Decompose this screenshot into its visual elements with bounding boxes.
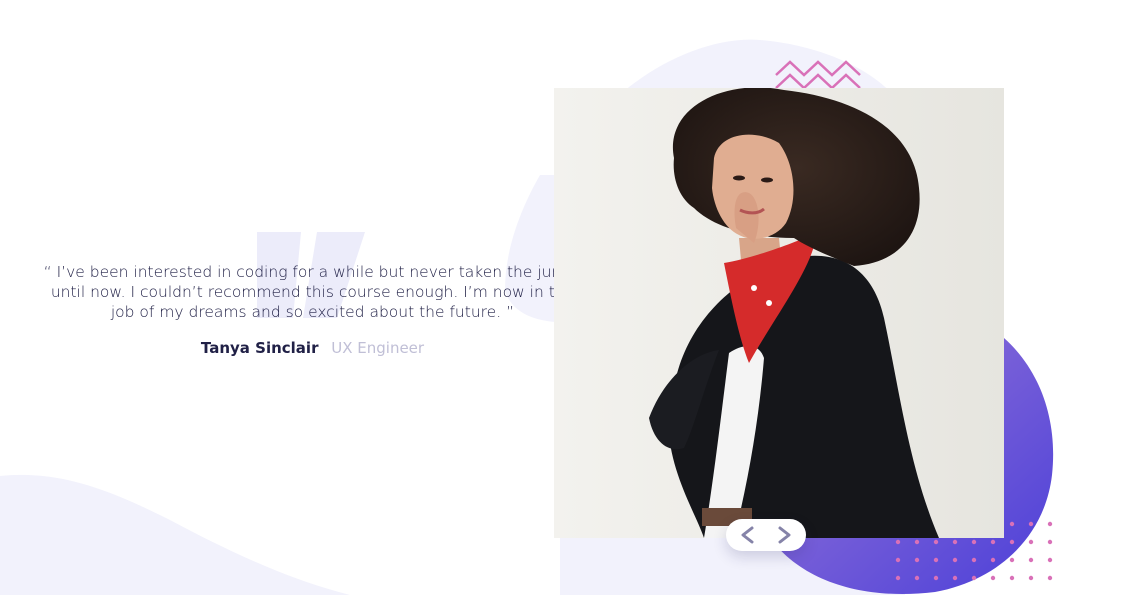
pattern-dot <box>1009 539 1015 545</box>
pattern-dot <box>895 575 901 581</box>
pattern-dot <box>1009 575 1015 581</box>
pattern-dot <box>914 575 920 581</box>
pattern-dot <box>933 539 939 545</box>
pattern-dot <box>971 539 977 545</box>
pattern-dot <box>952 557 958 563</box>
pattern-dot <box>1047 575 1053 581</box>
pattern-dot <box>1028 557 1034 563</box>
chevron-right-icon <box>778 526 791 544</box>
pattern-dot <box>914 539 920 545</box>
pattern-dot <box>971 557 977 563</box>
pattern-dot <box>952 539 958 545</box>
pattern-dot <box>990 539 996 545</box>
pattern-dot <box>1009 521 1015 527</box>
testimonial-author: Tanya Sinclair UX Engineer <box>40 338 585 358</box>
pattern-dot <box>1028 575 1034 581</box>
pattern-dot <box>1028 539 1034 545</box>
testimonial-section: “ I’ve been interested in coding for a w… <box>0 0 1136 595</box>
lavender-wave <box>0 474 350 595</box>
pattern-dot <box>1047 539 1053 545</box>
pattern-dot <box>895 539 901 545</box>
testimonial-content: “ I’ve been interested in coding for a w… <box>40 262 585 358</box>
testimonial-quote: “ I’ve been interested in coding for a w… <box>43 263 582 321</box>
testimonial-photo <box>554 88 1004 538</box>
pattern-dot <box>1047 557 1053 563</box>
pattern-dot <box>952 575 958 581</box>
pattern-dot <box>1009 557 1015 563</box>
pattern-dot <box>990 575 996 581</box>
next-button[interactable] <box>766 519 804 551</box>
author-name: Tanya Sinclair <box>200 339 319 357</box>
pattern-dot <box>971 575 977 581</box>
pattern-dot <box>1028 521 1034 527</box>
pattern-dot <box>990 557 996 563</box>
previous-button[interactable] <box>728 519 766 551</box>
dot-pattern-icon <box>895 521 1053 581</box>
pattern-dot <box>933 575 939 581</box>
pattern-dot <box>1047 521 1053 527</box>
pattern-dot <box>895 557 901 563</box>
pattern-dot <box>914 557 920 563</box>
author-role: UX Engineer <box>331 339 425 357</box>
pattern-dot <box>933 557 939 563</box>
zigzag-pattern-icon <box>775 60 861 90</box>
slider-navigation <box>726 519 806 551</box>
chevron-left-icon <box>741 526 754 544</box>
